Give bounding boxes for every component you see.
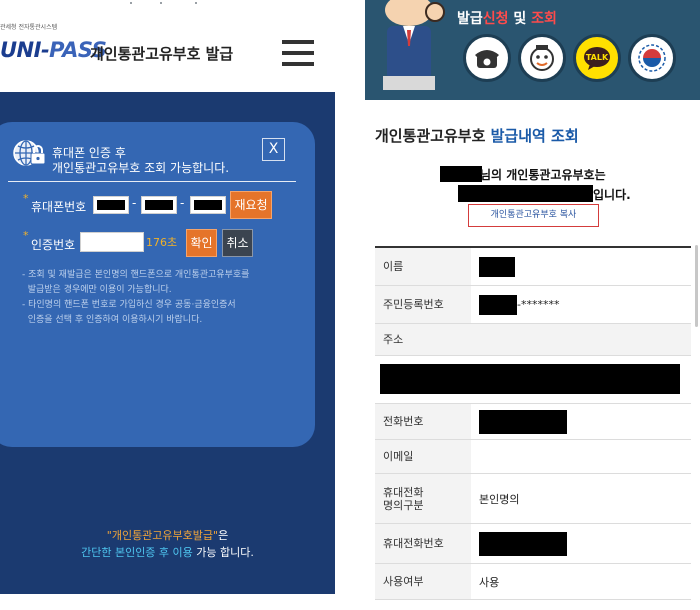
note-line: 인증을 선택 후 인증하여 이용하시기 바랍니다.: [22, 315, 203, 325]
rrn-value: -*******: [479, 286, 691, 323]
table-row: 주민등록번호 -*******: [375, 286, 691, 324]
mascot-character-icon: [373, 0, 449, 90]
phone-label: 전화번호: [375, 404, 471, 439]
phone-input-1[interactable]: [93, 196, 129, 214]
auth-notes: - 조회 및 재발급은 본인명의 핸드폰으로 개인통관고유부호를 발급받은 경우…: [22, 268, 302, 328]
talk-label: TALK: [586, 53, 609, 62]
use-label: 사용여부: [375, 564, 471, 599]
table-row: 주소: [375, 324, 691, 356]
result-heading: 개인통관고유부호 발급내역 조회: [375, 127, 579, 145]
use-value: 사용: [479, 575, 500, 589]
status-bar: [0, 0, 335, 18]
phone-auth-panel: 휴대폰 인증 후 개인통관고유부호 조회 가능합니다. X * 휴대폰번호 - …: [0, 122, 315, 447]
redacted-name: [440, 166, 482, 182]
banner-title: 발급신청 및 조회: [457, 11, 557, 27]
email-value: [479, 440, 691, 473]
phone-input-3[interactable]: [190, 196, 226, 214]
table-row: 이름: [375, 248, 691, 286]
resend-button[interactable]: 재요청: [230, 191, 272, 219]
note-line: - 조회 및 재발급은 본인명의 핸드폰으로 개인통관고유부호를: [22, 270, 250, 280]
mobile-value: [479, 524, 691, 563]
promo-text: "개인통관고유부호발급"은 간단한 본인인증 후 이용 가능 합니다.: [0, 527, 335, 561]
note-line: - 타인명의 핸드폰 번호로 가입하신 경우 공동·금융인증서: [22, 300, 236, 310]
scrollbar[interactable]: [695, 245, 698, 327]
confirm-button[interactable]: 확인: [186, 229, 217, 257]
panel-divider: [8, 181, 296, 182]
auth-header-line1: 휴대폰 인증 후: [52, 146, 126, 160]
phone-icon[interactable]: [463, 34, 511, 82]
phone-value: [479, 404, 691, 439]
service-banner: 발급신청 및 조회 TALK: [365, 0, 700, 100]
promo-highlight: "개인통관고유부호발급": [106, 529, 219, 542]
left-content: 휴대폰 인증 후 개인통관고유부호 조회 가능합니다. X * 휴대폰번호 - …: [0, 92, 335, 594]
government-emblem-icon[interactable]: [628, 34, 676, 82]
kakao-talk-icon[interactable]: TALK: [573, 34, 621, 82]
table-row: 이메일: [375, 440, 691, 474]
mobile-owner-value: 본인명의: [479, 492, 520, 506]
email-label: 이메일: [375, 440, 471, 473]
left-screen: 관세청 전자통관시스템 UNI-PASS 개인통관고유부호 발급 휴대폰 인증 …: [0, 0, 335, 610]
note-line: 발급받은 경우에만 이용이 가능합니다.: [22, 285, 172, 295]
auth-code-input[interactable]: [80, 232, 144, 252]
redacted-address: [380, 364, 680, 394]
name-value: [479, 248, 691, 285]
info-table: 이름 주민등록번호 -******* 주소 전화번호 이메일 휴대전화 명의구분…: [375, 246, 691, 600]
required-star-icon: *: [23, 192, 29, 205]
phone-dash-2: -: [180, 196, 185, 210]
table-row: 전화번호: [375, 404, 691, 440]
menu-icon[interactable]: [282, 40, 314, 66]
secure-globe-icon: [12, 139, 48, 169]
phone-input-2[interactable]: [141, 196, 177, 214]
required-star-icon: *: [23, 229, 29, 242]
page-title: 개인통관고유부호 발급: [90, 45, 234, 63]
phone-label: 휴대폰번호: [31, 200, 87, 214]
close-button[interactable]: X: [262, 138, 285, 161]
code-label: 인증번호: [31, 238, 76, 252]
promo-suffix: 은: [218, 529, 229, 542]
mascot-icon[interactable]: [518, 34, 566, 82]
promo-highlight-2: 간단한 본인인증 후 이용: [81, 546, 193, 559]
cancel-button[interactable]: 취소: [222, 229, 253, 257]
promo-suffix-2: 가능 합니다.: [192, 546, 254, 559]
table-row: 휴대전화 명의구분 본인명의: [375, 474, 691, 524]
phone-dash-1: -: [132, 196, 137, 210]
copy-code-button[interactable]: 개인통관고유부호 복사: [468, 204, 599, 227]
right-screen: 발급신청 및 조회 TALK 개인통관고유부호 발급내역 조회 님의 개인통관고…: [365, 0, 700, 610]
auth-header-text: 휴대폰 인증 후 개인통관고유부호 조회 가능합니다.: [52, 146, 229, 176]
mobile-label: 휴대전화번호: [375, 524, 471, 563]
auth-header-line2: 개인통관고유부호 조회 가능합니다.: [52, 161, 230, 175]
name-label: 이름: [375, 248, 471, 285]
table-row: 사용여부 사용: [375, 564, 691, 600]
rrn-label: 주민등록번호: [375, 286, 471, 323]
result-line-2: 입니다.: [593, 188, 631, 202]
table-row: 휴대전화번호: [375, 524, 691, 564]
redacted-code: [458, 185, 593, 202]
address-label: 주소: [375, 324, 691, 355]
table-row: [375, 356, 691, 404]
logo-subtitle: 관세청 전자통관시스템: [0, 24, 58, 31]
result-line-1: 님의 개인통관고유부호는: [480, 168, 606, 182]
mobile-owner-label: 휴대전화 명의구분: [375, 474, 471, 523]
auth-timer: 176초: [146, 236, 178, 249]
